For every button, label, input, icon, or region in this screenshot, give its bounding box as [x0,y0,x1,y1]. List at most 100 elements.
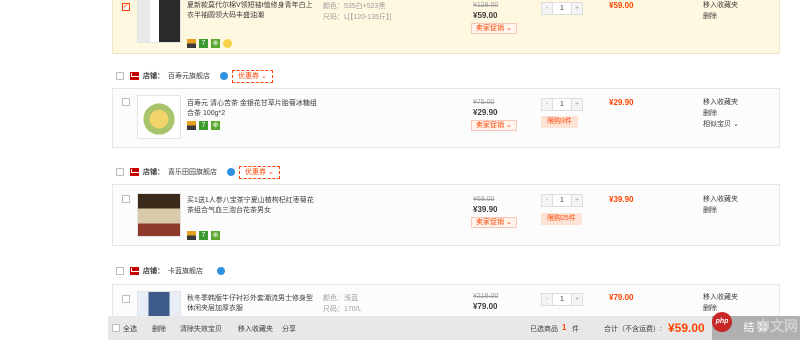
product-title[interactable]: 夏新款莫代尔棉V领短袖t恤修身青年白上衣半袖圆领大码丰盛油潮 [187,1,317,21]
purchase-limit-badge: 限购25件 [541,213,582,225]
item-checkbox[interactable] [122,195,130,203]
chat-icon[interactable] [227,168,235,176]
subtotal: ¥79.00 [609,293,634,302]
shop-label: 店铺： [143,169,164,176]
coupon-dropdown[interactable]: 优惠券 ⌄ [232,69,273,83]
quantity-stepper[interactable]: - 1 + [541,194,583,207]
guarantee-icon: ⊕ [211,231,220,240]
bulb-icon [223,39,232,48]
shop-name[interactable]: 卡蓝旗舰店 [168,266,203,276]
original-price: ¥75.00 [473,99,495,106]
credit-card-icon [187,231,196,240]
shop-header: 店铺： 卡蓝旗舰店 [130,264,225,278]
subtotal: ¥59.00 [609,1,634,10]
seller-promo-dropdown[interactable]: 卖家促销 ⌄ [471,120,517,131]
service-badges: 7 ⊕ [187,39,232,48]
decrease-button[interactable]: - [542,195,552,206]
shop-checkbox[interactable] [116,168,124,176]
quantity-input[interactable]: 1 [552,294,572,305]
quantity-input[interactable]: 1 [552,195,572,206]
cart-item: ✓ 夏新款莫代尔棉V领短袖t恤修身青年白上衣半袖圆领大码丰盛油潮 7 ⊕ 颜色：… [112,0,780,54]
credit-card-icon [187,121,196,130]
service-badges: 7 ⊕ [187,121,220,130]
item-checkbox[interactable] [122,295,130,303]
delete-selected-link[interactable]: 删除 [152,324,166,334]
product-image[interactable] [137,0,181,43]
product-title[interactable]: 秋冬季韩版牛仔衬衫外套潮流男士修身型休闲夹层加厚衣服 [187,294,317,314]
select-all-label[interactable]: 全选 [123,324,137,334]
selected-count: 1 [562,323,567,332]
item-checkbox[interactable]: ✓ [122,3,130,11]
spec-color: 颜色：535白+523黑 [323,3,386,10]
current-price: ¥79.00 [473,302,498,311]
quantity-input[interactable]: 1 [552,99,572,110]
shop-checkbox[interactable] [116,267,124,275]
shop-label: 店铺： [143,268,164,275]
shop-header: 店铺： 百寿元旗舰店 优惠券 ⌄ [130,69,273,83]
shop-label: 店铺： [143,73,164,80]
seller-promo-dropdown[interactable]: 卖家促销 ⌄ [471,23,517,34]
shop-checkbox[interactable] [116,72,124,80]
product-image[interactable] [137,193,181,237]
purchase-limit-badge: 限购3件 [541,116,578,128]
total-amount: ¥59.00 [668,321,705,335]
quantity-input[interactable]: 1 [552,3,572,14]
item-checkbox[interactable] [122,98,130,106]
product-image[interactable] [137,95,181,139]
chat-icon[interactable] [217,267,225,275]
decrease-button[interactable]: - [542,294,552,305]
guarantee-icon: ⊕ [211,39,220,48]
shop-name[interactable]: 百寿元旗舰店 [168,71,210,81]
cart-item: 买1送1人参八宝茶宁夏山楂枸杞红枣菊花茶组合气血三泡台花茶男女 7 ⊕ ¥69.… [112,184,780,246]
service-badges: 7 ⊕ [187,231,220,240]
chat-icon[interactable] [220,72,228,80]
watermark-logo: php [712,312,732,332]
guarantee-icon: ⊕ [211,121,220,130]
original-price: ¥128.00 [473,2,499,9]
item-op-delete[interactable]: 删除 [703,205,717,217]
spec-size: 尺码：L[【120-135斤】] [323,14,392,21]
share-link[interactable]: 分享 [282,324,296,334]
selected-unit: 件 [572,326,579,333]
subtotal: ¥29.90 [609,98,634,107]
clear-invalid-link[interactable]: 清除失效宝贝 [180,324,222,334]
item-op-delete[interactable]: 删除 [703,11,717,23]
shop-icon [130,168,139,176]
current-price: ¥29.90 [473,108,498,117]
decrease-button[interactable]: - [542,3,552,14]
current-price: ¥59.00 [473,11,498,20]
watermark: 中文网 [756,318,798,334]
original-price: ¥69.00 [473,196,495,203]
seven-day-return-icon: 7 [199,121,208,130]
credit-card-icon [187,39,196,48]
increase-button[interactable]: + [572,195,582,206]
decrease-button[interactable]: - [542,99,552,110]
shop-icon [130,72,139,80]
seller-promo-dropdown[interactable]: 卖家促销 ⌄ [471,217,517,228]
similar-items-dropdown[interactable]: 相似宝贝 ⌄ [703,119,739,131]
shop-icon [130,267,139,275]
quantity-stepper[interactable]: - 1 + [541,98,583,111]
select-all-checkbox[interactable] [112,324,120,332]
shop-name[interactable]: 喜乐田园旗舰店 [168,167,217,177]
selected-label: 已选商品 [530,326,558,333]
seven-day-return-icon: 7 [199,39,208,48]
move-to-favorites-link[interactable]: 移入收藏夹 [238,324,273,334]
quantity-stepper[interactable]: - 1 + [541,293,583,306]
cart-item: 百寿元 清心苦茶 金银花甘草片胎菊冰糖组合茶 100g*2 7 ⊕ ¥75.00… [112,88,780,148]
spec-size: 尺码：170/L [323,306,362,313]
shop-header: 店铺： 喜乐田园旗舰店 优惠券 ⌄ [130,165,280,179]
product-title[interactable]: 百寿元 清心苦茶 金银花甘草片胎菊冰糖组合茶 100g*2 [187,99,317,119]
product-title[interactable]: 买1送1人参八宝茶宁夏山楂枸杞红枣菊花茶组合气血三泡台花茶男女 [187,196,317,216]
seven-day-return-icon: 7 [199,231,208,240]
subtotal: ¥39.90 [609,195,634,204]
quantity-stepper[interactable]: - 1 + [541,2,583,15]
increase-button[interactable]: + [572,99,582,110]
increase-button[interactable]: + [572,294,582,305]
cart-footer: 全选 删除 清除失效宝贝 移入收藏夹 分享 已选商品 1 件 合计（不含运费）:… [108,316,800,340]
increase-button[interactable]: + [572,3,582,14]
current-price: ¥39.90 [473,205,498,214]
original-price: ¥219.00 [473,293,499,300]
spec-color: 颜色：浅蓝 [323,295,358,302]
coupon-dropdown[interactable]: 优惠券 ⌄ [239,165,280,179]
